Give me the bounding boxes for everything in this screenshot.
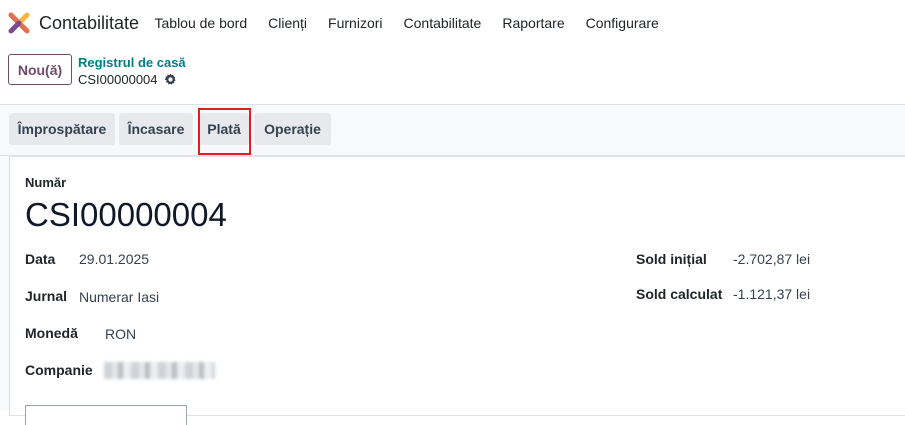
accounting-app-icon[interactable]	[8, 12, 30, 34]
company-label: Companie	[25, 362, 93, 378]
gear-icon[interactable]	[164, 73, 177, 86]
menu-item-dashboard[interactable]: Tablou de bord	[144, 15, 258, 31]
journal-field[interactable]: Numerar Iasi	[79, 289, 159, 305]
control-panel: Nou(ă) Registrul de casă CSI00000004	[0, 46, 905, 105]
main-menu: Tablou de bord Clienți Furnizori Contabi…	[144, 0, 669, 46]
payment-button[interactable]: Plată	[199, 113, 249, 145]
notebook-tab[interactable]	[25, 405, 187, 425]
top-navbar: Contabilitate Tablou de bord Clienți Fur…	[0, 0, 905, 46]
currency-field[interactable]: RON	[105, 326, 136, 342]
receipt-button[interactable]: Încasare	[119, 113, 193, 145]
menu-item-reporting[interactable]: Raportare	[492, 15, 575, 31]
breadcrumb-current: CSI00000004	[78, 72, 177, 87]
app-name[interactable]: Contabilitate	[39, 13, 139, 34]
menu-item-accounting[interactable]: Contabilitate	[393, 15, 492, 31]
date-field[interactable]: 29.01.2025	[79, 251, 149, 267]
action-bar: Împrospătare Încasare Plată Operație	[0, 105, 905, 156]
date-label: Data	[25, 251, 56, 267]
company-field-redacted[interactable]	[104, 362, 215, 379]
breadcrumb-parent[interactable]: Registrul de casă	[78, 55, 186, 70]
operation-button[interactable]: Operație	[254, 113, 331, 145]
menu-item-vendors[interactable]: Furnizori	[318, 15, 393, 31]
menu-item-customers[interactable]: Clienți	[258, 15, 318, 31]
computed-balance-value: -1.121,37 lei	[733, 286, 811, 302]
journal-label: Jurnal	[25, 288, 68, 304]
record-number: CSI00000004	[25, 196, 227, 233]
opening-balance-label: Sold inițial	[636, 251, 707, 267]
opening-balance-value[interactable]: -2.702,87 lei	[733, 251, 810, 267]
menu-item-configuration[interactable]: Configurare	[575, 15, 669, 31]
refresh-button[interactable]: Împrospătare	[9, 113, 115, 145]
record-name: CSI00000004	[78, 72, 158, 87]
number-label: Număr	[25, 175, 67, 190]
new-button[interactable]: Nou(ă)	[8, 54, 72, 85]
currency-label: Monedă	[25, 325, 78, 341]
computed-balance-label: Sold calculat	[636, 286, 723, 302]
